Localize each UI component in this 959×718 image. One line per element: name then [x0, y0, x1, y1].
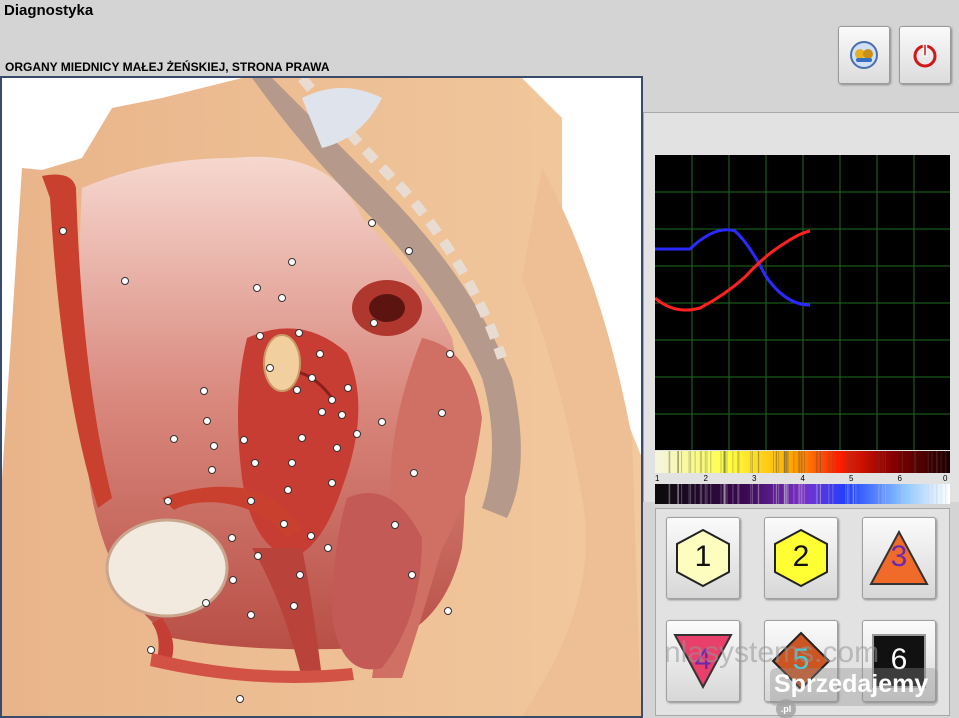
marker-button-1[interactable]: 1 — [666, 517, 740, 599]
spectrum-tick-label: 2 — [703, 474, 708, 483]
diagnostic-point[interactable] — [391, 521, 399, 529]
diagnostic-point[interactable] — [251, 459, 259, 467]
diagnostic-point[interactable] — [338, 411, 346, 419]
watermark-nlasystems: nlasystems.com — [664, 636, 880, 669]
power-icon — [913, 43, 937, 68]
diagnostic-point[interactable] — [229, 576, 237, 584]
diagnostic-point[interactable] — [344, 384, 352, 392]
diagnostic-point[interactable] — [353, 430, 361, 438]
watermark-sprzedajemy: Sprzedajemy.pl — [770, 668, 938, 718]
diagnostic-point[interactable] — [240, 436, 248, 444]
section-title: ORGANY MIEDNICY MAŁEJ ŻEŃSKIEJ, STRONA P… — [5, 60, 330, 74]
diagnostic-point[interactable] — [278, 294, 286, 302]
spectrum-bar-warm — [655, 451, 950, 473]
diagnostic-point[interactable] — [316, 350, 324, 358]
diagnostic-point[interactable] — [333, 444, 341, 452]
diagnostic-point[interactable] — [147, 646, 155, 654]
signal-graph — [655, 155, 950, 450]
diagnostic-point[interactable] — [295, 329, 303, 337]
marker-button-label: 2 — [792, 540, 810, 573]
diagnostic-point[interactable] — [328, 479, 336, 487]
spectrum-tick-label: 3 — [752, 474, 757, 483]
marker-button-label: 3 — [890, 540, 908, 573]
diagnostic-point[interactable] — [121, 277, 129, 285]
watermark-sprzedajemy-text: Sprzedajemy — [774, 670, 929, 698]
marker-button-3[interactable]: 3 — [862, 517, 936, 599]
spectrum-scale: 1 2 3 4 5 6 0 — [655, 474, 950, 484]
diagnostic-point[interactable] — [236, 695, 244, 703]
diagnostic-point[interactable] — [164, 497, 172, 505]
diagnostic-point[interactable] — [328, 396, 336, 404]
diagnostic-point[interactable] — [307, 532, 315, 540]
power-button[interactable] — [899, 26, 951, 84]
diagnostic-point[interactable] — [202, 599, 210, 607]
users-button[interactable] — [838, 26, 890, 84]
spectrum-tick-label: 4 — [800, 474, 805, 483]
users-icon — [850, 41, 878, 69]
diagnostic-point[interactable] — [318, 408, 326, 416]
diagnostic-point[interactable] — [446, 350, 454, 358]
diagnostic-point[interactable] — [296, 571, 304, 579]
diagnostic-point[interactable] — [308, 374, 316, 382]
diagnostic-point[interactable] — [288, 459, 296, 467]
diagnostic-point[interactable] — [203, 417, 211, 425]
diagnostic-point[interactable] — [228, 534, 236, 542]
diagnostic-point[interactable] — [208, 466, 216, 474]
diagnostic-point[interactable] — [370, 319, 378, 327]
diagnostic-point[interactable] — [280, 520, 288, 528]
diagnostic-point[interactable] — [405, 247, 413, 255]
diagnostic-point[interactable] — [247, 497, 255, 505]
diagnostic-point[interactable] — [368, 219, 376, 227]
diagnostic-point[interactable] — [210, 442, 218, 450]
diagnostic-point[interactable] — [408, 571, 416, 579]
window-title: Diagnostyka — [4, 2, 94, 19]
anatomy-illustration — [2, 78, 641, 716]
diagnostic-point[interactable] — [59, 227, 67, 235]
spectrum-tick-label: 5 — [849, 474, 854, 483]
spectrum-tick-label: 1 — [655, 474, 660, 483]
diagnostic-point[interactable] — [324, 544, 332, 552]
diagnostic-point[interactable] — [266, 364, 274, 372]
diagnostic-point[interactable] — [254, 552, 262, 560]
spectrum-bar-cool — [655, 484, 950, 504]
spectrum-tick-label: 0 — [943, 474, 948, 483]
diagnostic-point[interactable] — [256, 332, 264, 340]
diagnostic-point[interactable] — [290, 602, 298, 610]
diagnostic-point[interactable] — [444, 607, 452, 615]
marker-button-label: 1 — [694, 540, 712, 573]
diagnostic-point[interactable] — [378, 418, 386, 426]
anatomy-image-panel — [0, 76, 643, 718]
diagnostic-point[interactable] — [288, 258, 296, 266]
diagnostic-point[interactable] — [200, 387, 208, 395]
diagnostic-point[interactable] — [247, 611, 255, 619]
diagnostic-point[interactable] — [410, 469, 418, 477]
marker-button-2[interactable]: 2 — [764, 517, 838, 599]
diagnostic-point[interactable] — [298, 434, 306, 442]
watermark-sprzedajemy-suffix: .pl — [776, 699, 796, 718]
spectrum-tick-label: 6 — [897, 474, 902, 483]
diagnostic-point[interactable] — [293, 386, 301, 394]
diagnostic-point[interactable] — [253, 284, 261, 292]
diagnostic-point[interactable] — [284, 486, 292, 494]
diagnostic-point[interactable] — [438, 409, 446, 417]
diagnostic-point[interactable] — [170, 435, 178, 443]
